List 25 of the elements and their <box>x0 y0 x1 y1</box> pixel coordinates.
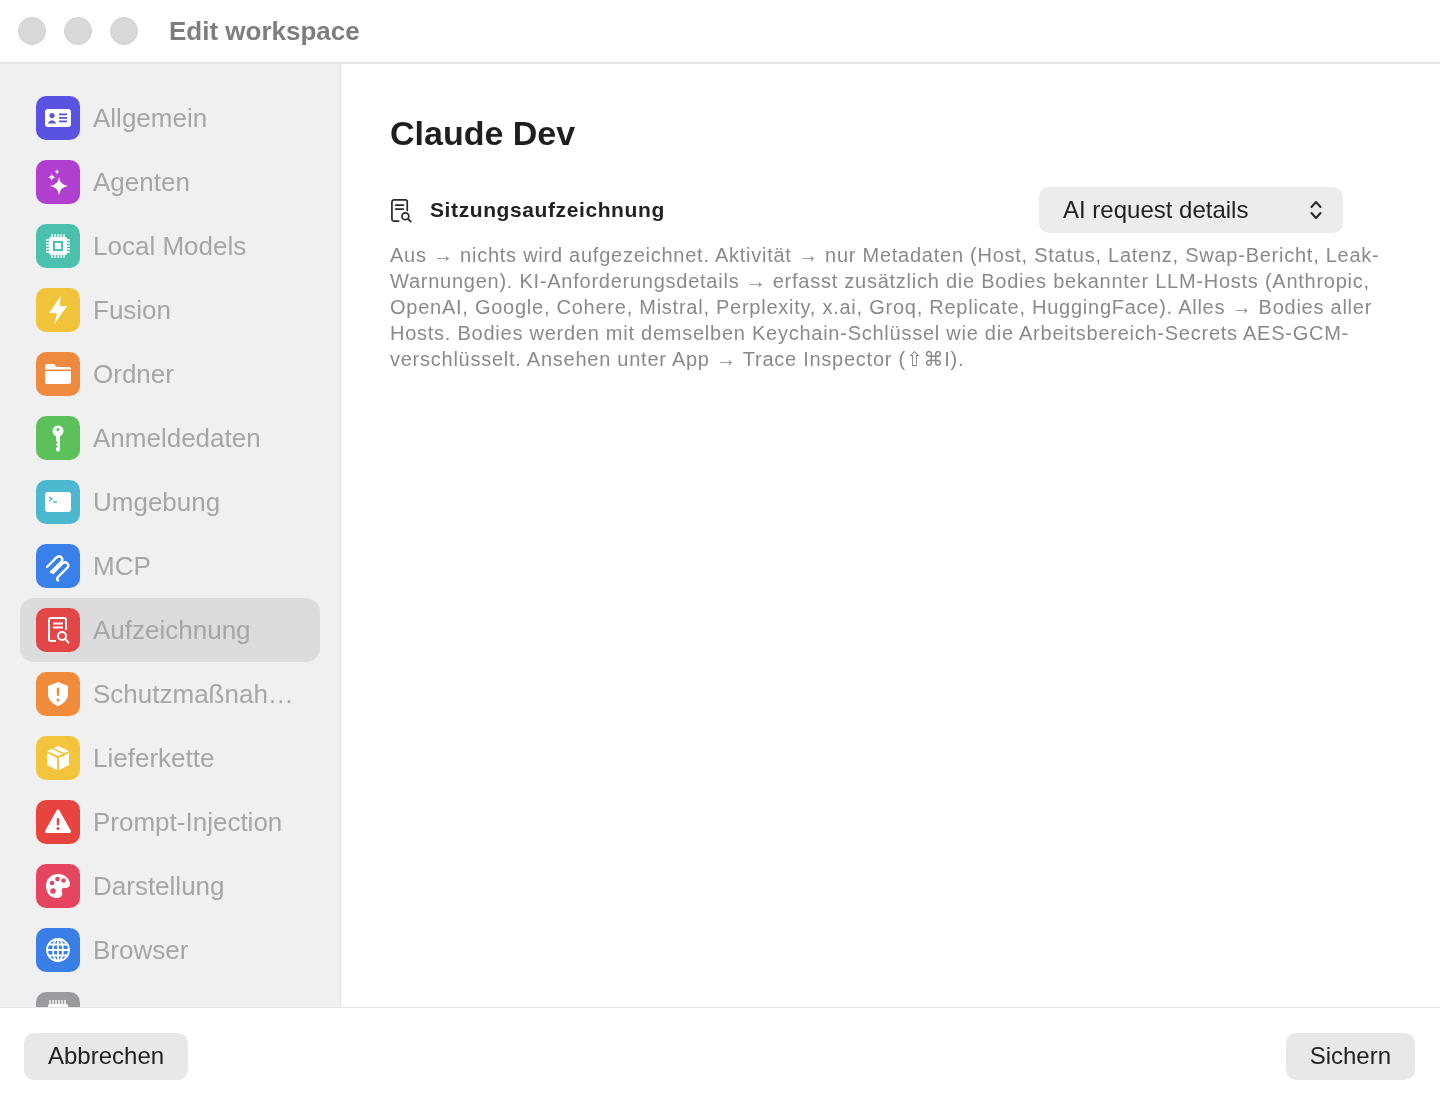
popup-button[interactable]: AI request details <box>1039 187 1343 233</box>
sidebar-item[interactable]: Prompt-Injection <box>20 790 320 854</box>
sidebar-item[interactable]: Darstellung <box>20 854 320 918</box>
sidebar-item[interactable]: Fusion <box>20 278 320 342</box>
sidebar-item[interactable]: MCP <box>20 534 320 598</box>
sidebar-item[interactable]: Schutzmaßnah… <box>20 662 320 726</box>
description-text: Aus → nichts wird aufgezeichnet. Aktivität → nur Metadaten (Host, Status, Latenz, Swap-Bericht, Leak-Warnungen). KI-Anforderungsdetails → erfasst zusätzlich die Bodies bekannter LLM-Hosts (Anthropic, OpenAI, Google, Cohere, Mistral, Perplexity, x.ai, Groq, Replicate, HuggingFace). Alles → Bodies aller Hosts. Bodies werden mit demselben Keychain-Schlüssel wie die Arbeitsbereich-Secrets AES-GCM-verschlüsselt. Ansehen unter App → Trace Inspector (⇧⌘I). <box>390 243 1381 372</box>
save-button[interactable]: Sichern <box>1285 1032 1415 1080</box>
sidebar-item[interactable]: Browser <box>20 918 320 982</box>
window-control-icon[interactable] <box>18 17 46 45</box>
cancel-button[interactable]: Abbrechen <box>24 1032 189 1080</box>
sidebar-item[interactable]: Ordner <box>20 342 320 406</box>
sidebar-item[interactable]: Lieferkette <box>20 726 320 790</box>
window-title: Edit workspace <box>169 15 360 47</box>
sidebar-item[interactable]: Agenten <box>20 150 320 214</box>
sidebar-item[interactable]: Allgemein <box>20 86 320 150</box>
window-control-icon[interactable] <box>64 17 92 45</box>
section-label: Sitzungsaufzeichnung <box>430 198 665 222</box>
sidebar-item[interactable]: Anmeldedaten <box>20 406 320 470</box>
sidebar-item[interactable]: Umgebung <box>20 470 320 534</box>
workspace-title: Claude Dev <box>390 113 577 153</box>
document-search-icon <box>390 197 413 223</box>
sidebar-item[interactable]: Local Models <box>20 214 320 278</box>
window-control-icon[interactable] <box>110 17 138 45</box>
chevron-up-down-icon <box>1310 200 1322 220</box>
